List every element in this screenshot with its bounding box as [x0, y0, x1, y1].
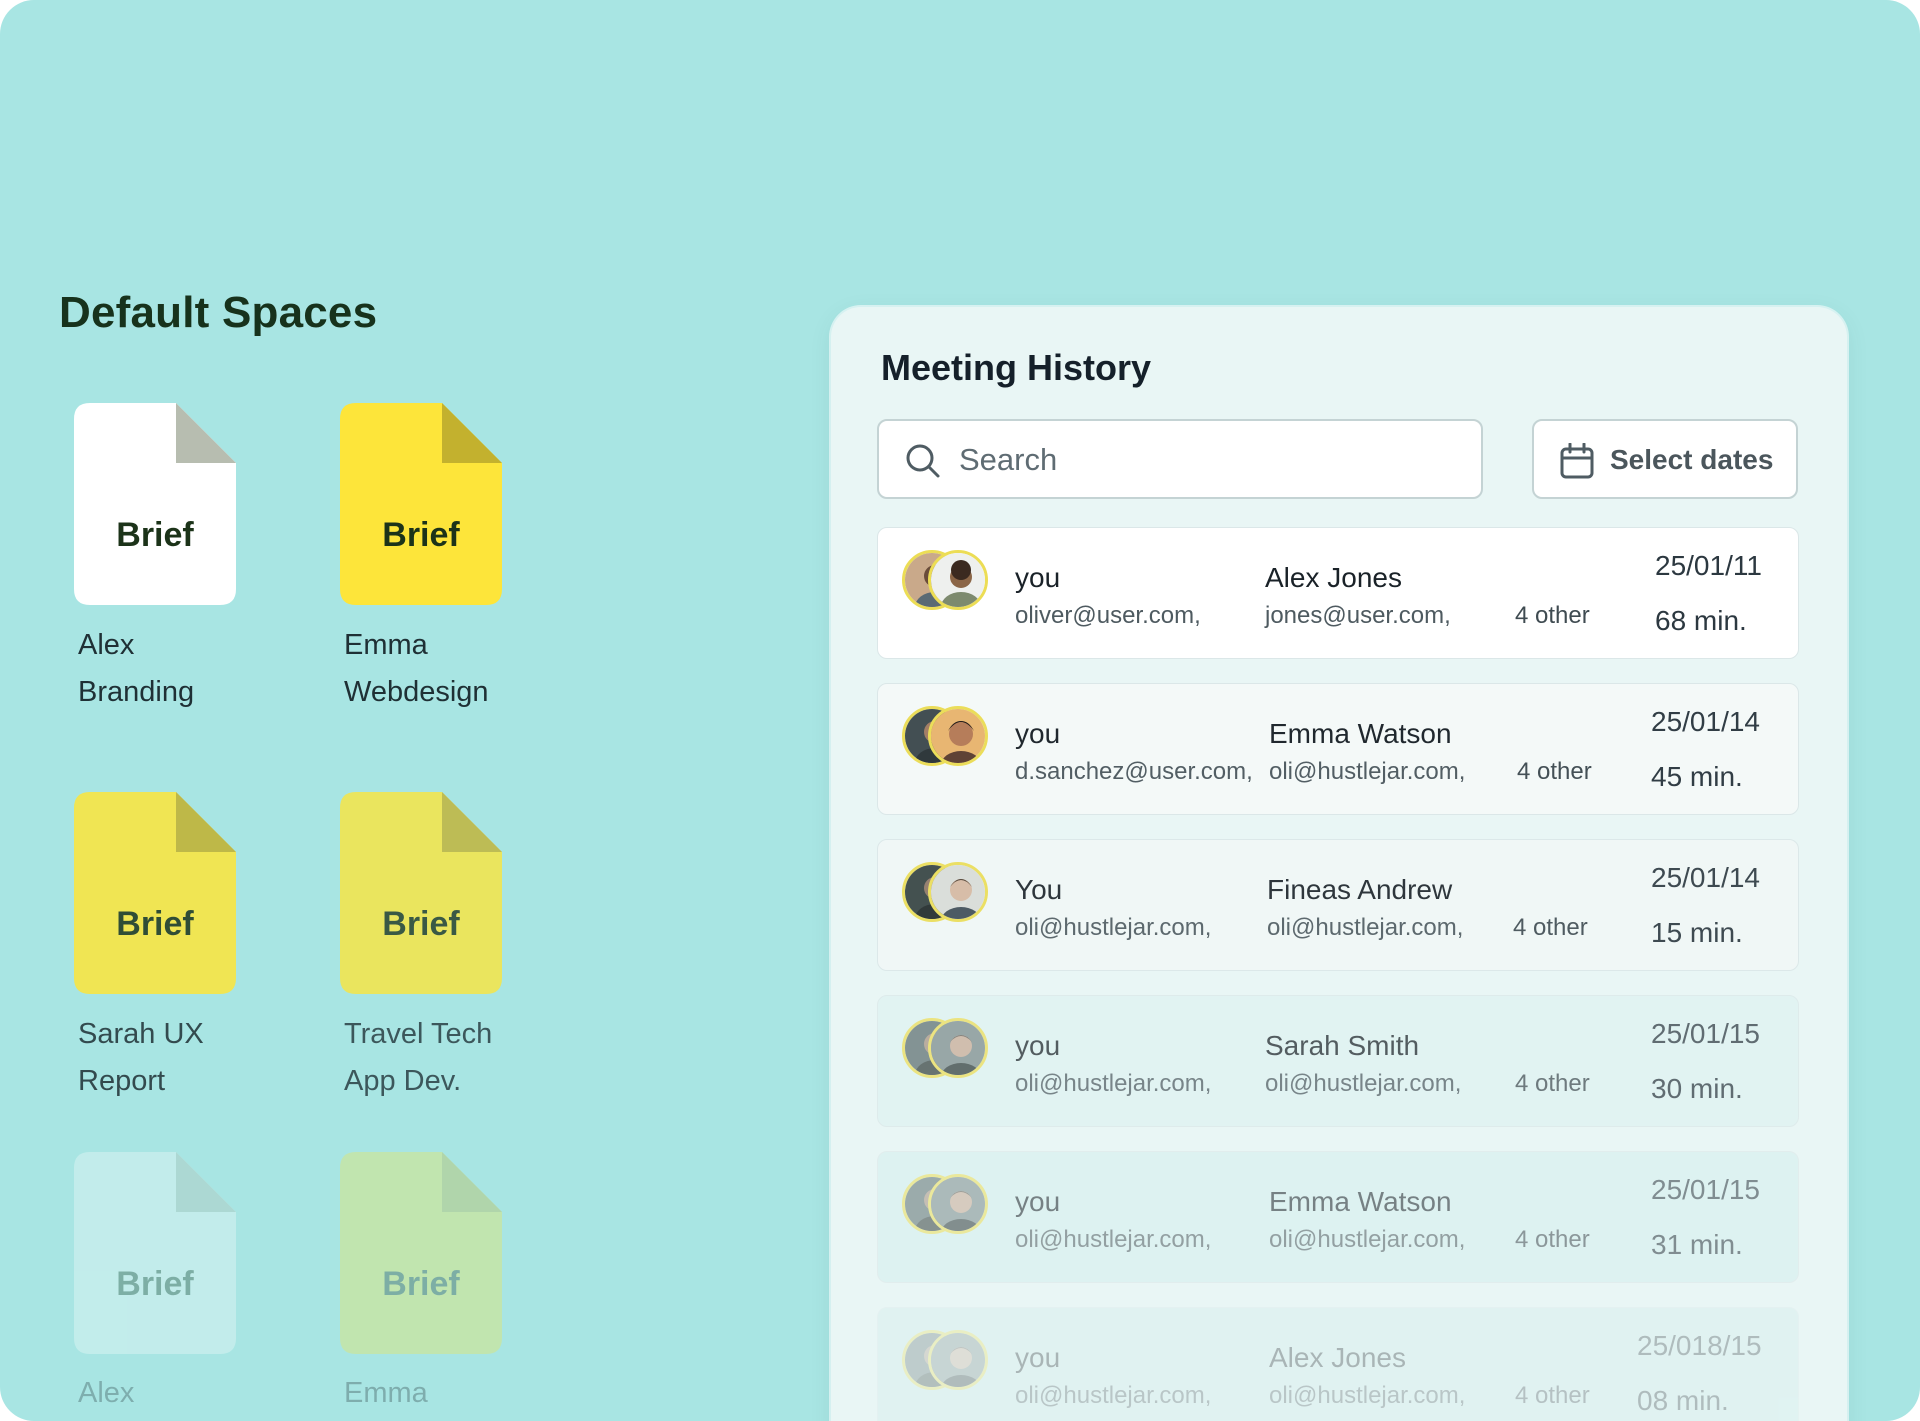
brief-label: Brief	[382, 1265, 460, 1303]
host-email: oliver@user.com,	[1015, 602, 1201, 629]
host-email: oli@hustlejar.com,	[1015, 1070, 1212, 1097]
brief-document-icon[interactable]: Brief	[340, 1152, 502, 1354]
host-email: oli@hustlejar.com,	[1015, 1226, 1212, 1253]
participant-email: oli@hustlejar.com,	[1269, 1382, 1466, 1409]
meeting-date: 25/01/14	[1651, 706, 1760, 737]
meeting-row[interactable]: you oli@hustlejar.com, Alex Jones oli@hu…	[877, 1307, 1799, 1421]
participant-avatars	[902, 1018, 994, 1084]
app-canvas: Default Spaces Brief Alex Branding Brief…	[0, 0, 1920, 1421]
brief-document-icon[interactable]: Brief	[340, 403, 502, 605]
other-participants-count: 4 other	[1515, 1226, 1590, 1253]
other-participants-count: 4 other	[1517, 758, 1592, 785]
meeting-date: 25/01/15	[1651, 1018, 1760, 1049]
participant-email: jones@user.com,	[1265, 602, 1451, 629]
other-participants-count: 4 other	[1515, 1382, 1590, 1409]
brief-document-icon[interactable]: Brief	[74, 403, 236, 605]
brief-label: Brief	[382, 516, 460, 554]
space-name-line: Emma	[344, 1377, 428, 1409]
space-name-line: Report	[78, 1065, 166, 1097]
meeting-date: 25/018/15	[1637, 1330, 1762, 1361]
meeting-row[interactable]: you d.sanchez@user.com, Emma Watson oli@…	[877, 683, 1799, 815]
meeting-history-panel: Meeting History Select dates	[831, 307, 1847, 1421]
host-name: you	[1015, 1186, 1061, 1217]
host-name: you	[1015, 1342, 1061, 1373]
avatar	[928, 706, 988, 766]
brief-label: Brief	[382, 905, 460, 943]
host-email: oli@hustlejar.com,	[1015, 1382, 1212, 1409]
meeting-duration: 08 min.	[1637, 1385, 1729, 1416]
participant-name: Emma Watson	[1269, 718, 1452, 749]
default-spaces-title: Default Spaces	[59, 288, 378, 337]
space-name-line: Emma	[344, 629, 428, 661]
avatar	[928, 1330, 988, 1390]
participant-name: Emma Watson	[1269, 1186, 1452, 1217]
avatar	[928, 862, 988, 922]
participant-avatars	[902, 1174, 994, 1240]
meeting-date: 25/01/14	[1651, 862, 1760, 893]
space-name: Travel Tech App Dev.	[344, 1011, 574, 1105]
space-name: Emma	[344, 1370, 574, 1417]
host-email: oli@hustlejar.com,	[1015, 914, 1212, 941]
participant-email: oli@hustlejar.com,	[1269, 758, 1466, 785]
search-input[interactable]	[957, 421, 1461, 499]
participant-avatars	[902, 862, 994, 928]
brief-document-icon[interactable]: Brief	[74, 792, 236, 994]
avatar	[928, 1174, 988, 1234]
brief-label: Brief	[116, 516, 194, 554]
participant-name: Fineas Andrew	[1267, 874, 1453, 905]
select-dates-label: Select dates	[1610, 444, 1774, 475]
space-name-line: Alex	[78, 629, 135, 661]
participant-avatars	[902, 1330, 994, 1396]
space-name-line: Alex	[78, 1377, 135, 1409]
participant-avatars	[902, 706, 994, 772]
meeting-history-title: Meeting History	[881, 347, 1152, 388]
space-name-line: Webdesign	[344, 676, 489, 708]
space-name-line: Branding	[78, 676, 195, 708]
participant-email: oli@hustlejar.com,	[1269, 1226, 1466, 1253]
space-name: Alex	[78, 1370, 308, 1417]
space-name: Emma Webdesign	[344, 622, 574, 716]
host-name: you	[1015, 562, 1061, 593]
avatar	[928, 550, 988, 610]
other-participants-count: 4 other	[1515, 1070, 1590, 1097]
participant-email: oli@hustlejar.com,	[1265, 1070, 1462, 1097]
other-participants-count: 4 other	[1515, 602, 1590, 629]
brief-document-icon[interactable]: Brief	[340, 792, 502, 994]
space-name: Alex Branding	[78, 622, 308, 716]
meeting-duration: 15 min.	[1651, 917, 1743, 948]
search-box[interactable]	[877, 419, 1483, 499]
participant-email: oli@hustlejar.com,	[1267, 914, 1464, 941]
host-name: You	[1015, 874, 1063, 905]
other-participants-count: 4 other	[1513, 914, 1588, 941]
avatar	[928, 1018, 988, 1078]
brief-label: Brief	[116, 905, 194, 943]
host-email: d.sanchez@user.com,	[1015, 758, 1253, 785]
participant-avatars	[902, 550, 994, 616]
search-icon	[905, 443, 941, 484]
host-name: you	[1015, 718, 1061, 749]
space-name: Sarah UX Report	[78, 1011, 308, 1105]
meeting-duration: 45 min.	[1651, 761, 1743, 792]
calendar-icon	[1560, 442, 1594, 484]
space-name-line: Sarah UX	[78, 1018, 204, 1050]
meeting-date: 25/01/15	[1651, 1174, 1760, 1205]
space-name-line: App Dev.	[344, 1065, 462, 1097]
meeting-row[interactable]: you oli@hustlejar.com, Emma Watson oli@h…	[877, 1151, 1799, 1283]
brief-label: Brief	[116, 1265, 194, 1303]
meeting-duration: 30 min.	[1651, 1073, 1743, 1104]
participant-name: Alex Jones	[1265, 562, 1402, 593]
meeting-duration: 31 min.	[1651, 1229, 1743, 1260]
participant-name: Alex Jones	[1269, 1342, 1406, 1373]
host-name: you	[1015, 1030, 1061, 1061]
brief-document-icon[interactable]: Brief	[74, 1152, 236, 1354]
meeting-row[interactable]: you oliver@user.com, Alex Jones jones@us…	[877, 527, 1799, 659]
participant-name: Sarah Smith	[1265, 1030, 1420, 1061]
meeting-row[interactable]: You oli@hustlejar.com, Fineas Andrew oli…	[877, 839, 1799, 971]
meeting-row[interactable]: you oli@hustlejar.com, Sarah Smith oli@h…	[877, 995, 1799, 1127]
meeting-duration: 68 min.	[1655, 605, 1747, 636]
space-name-line: Travel Tech	[344, 1018, 493, 1050]
meeting-date: 25/01/11	[1655, 550, 1762, 581]
select-dates-button[interactable]: Select dates	[1532, 419, 1798, 499]
